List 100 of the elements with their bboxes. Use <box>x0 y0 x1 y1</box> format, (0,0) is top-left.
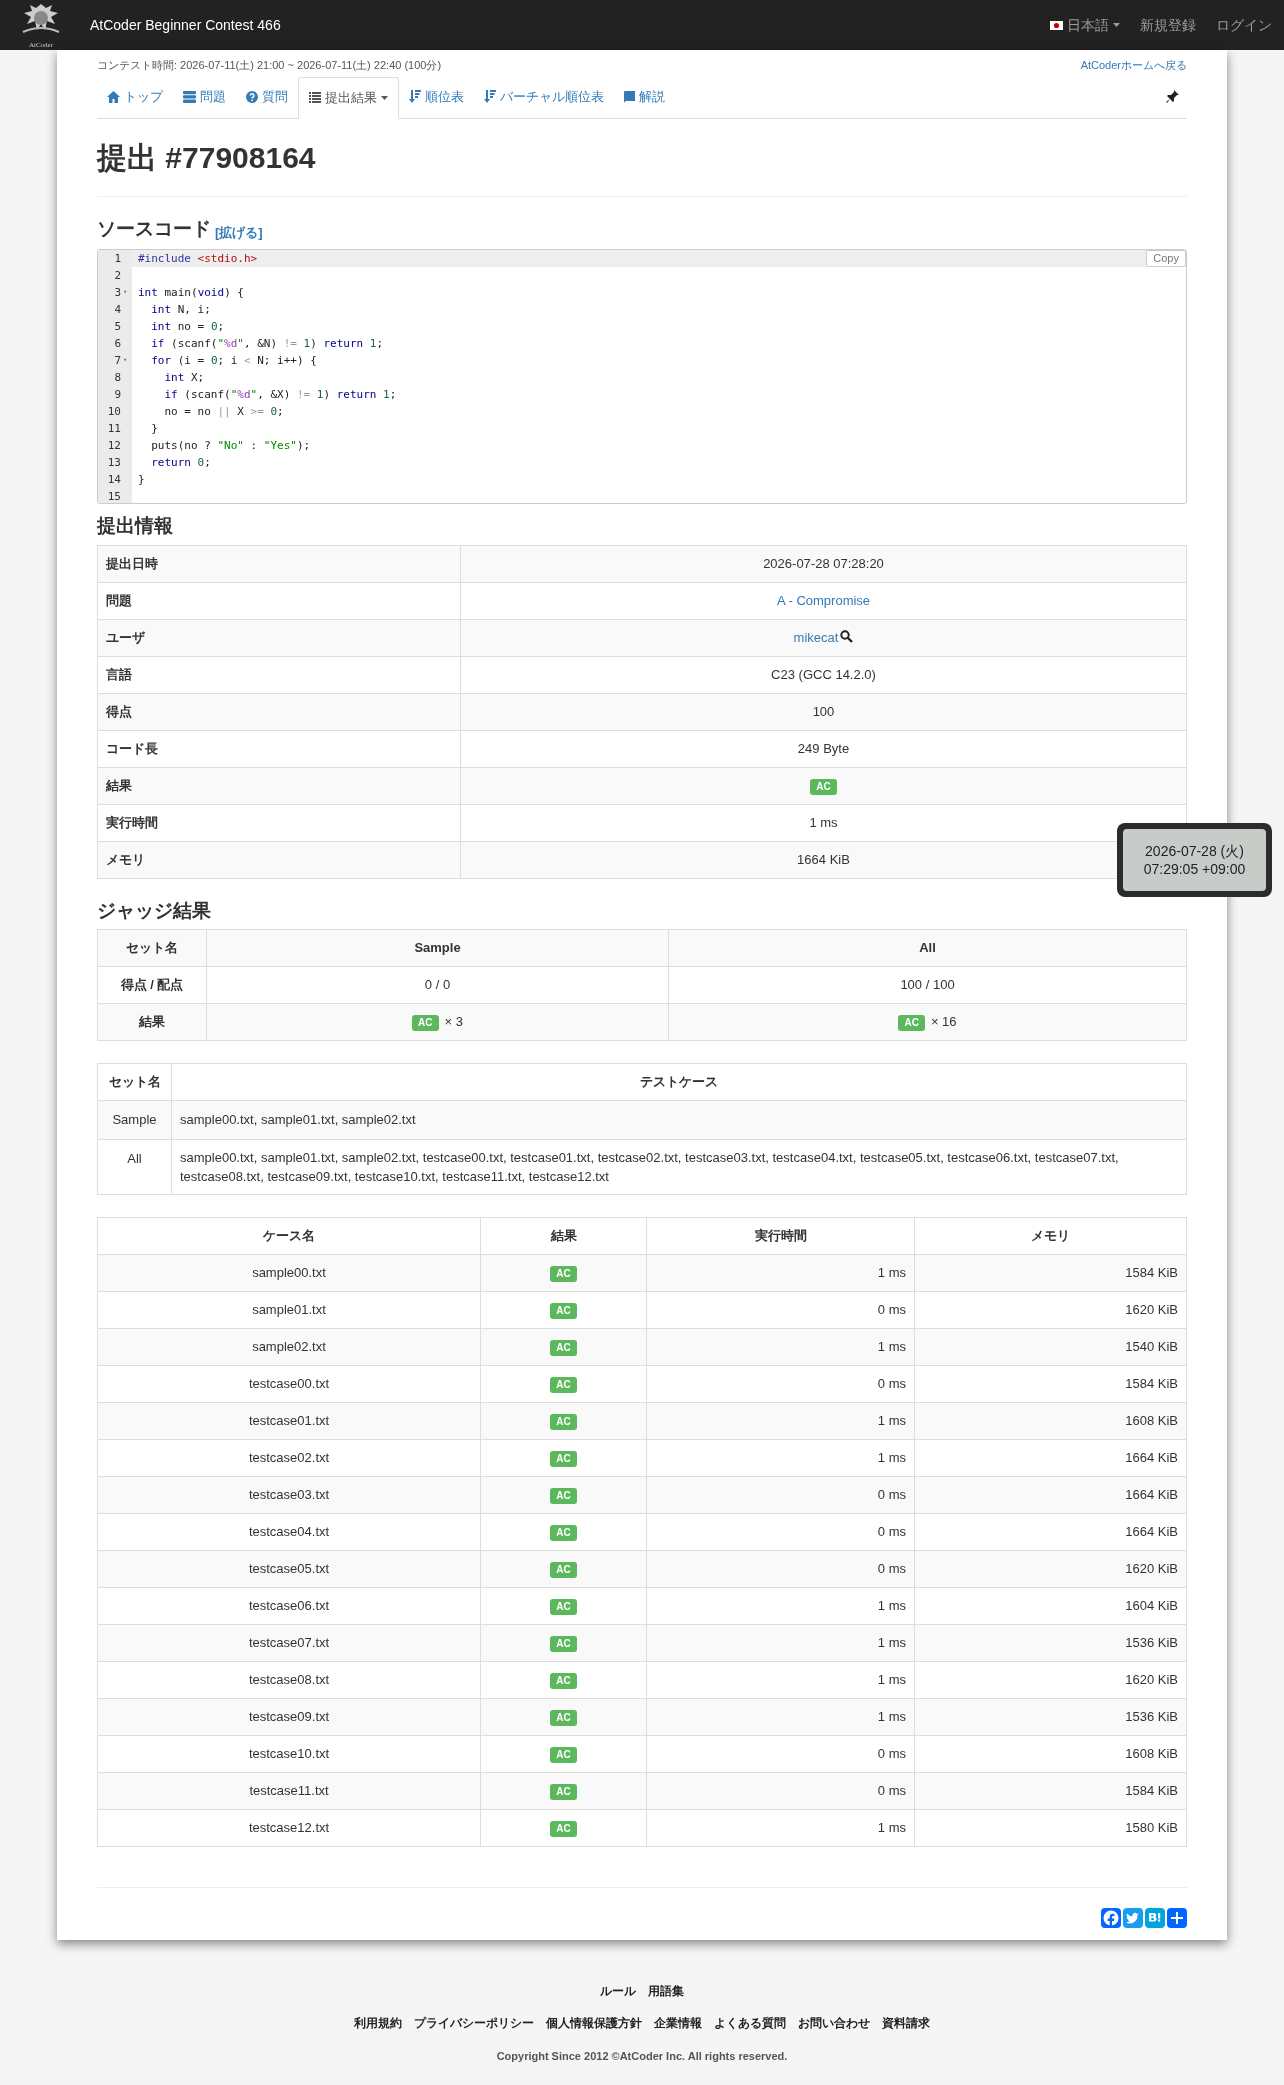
footer-link[interactable]: お問い合わせ <box>798 2014 870 2032</box>
memory-usage: 1584 KiB <box>1125 1375 1178 1391</box>
nav-tab[interactable]: 解説 <box>614 75 675 118</box>
score-value: 100 / 100 <box>900 977 955 993</box>
nav-tab[interactable]: 質問 <box>236 75 298 118</box>
column-header: セット名 <box>108 1074 161 1090</box>
field-label: メモリ <box>106 851 145 867</box>
header-link[interactable]: 新規登録 <box>1140 14 1196 36</box>
exec-time: 0 ms <box>877 1782 906 1798</box>
caret-icon <box>381 95 388 100</box>
memory-usage: 1584 KiB <box>1125 1264 1178 1280</box>
memory-usage: 1620 KiB <box>1125 1671 1178 1687</box>
code-line: int no = 0; <box>150 319 225 335</box>
bird-share-icon[interactable] <box>1123 1907 1143 1928</box>
verdict-count: × 16 <box>930 1014 957 1030</box>
footer-link[interactable]: 企業情報 <box>654 2014 702 2032</box>
memory-usage: 1580 KiB <box>1125 1819 1178 1835</box>
line-number: 4 <box>114 302 121 318</box>
code-line: for (i = 0; i < N; i++) { <box>150 353 317 369</box>
section-heading: ジャッジ結果 <box>97 898 212 923</box>
score-value: 0 / 0 <box>424 977 451 993</box>
field-label: 提出日時 <box>106 555 158 571</box>
plus-share-icon[interactable] <box>1167 1907 1187 1928</box>
header-link[interactable]: ログイン <box>1216 14 1272 36</box>
memory-usage: 1536 KiB <box>1125 1634 1178 1650</box>
case-name: testcase02.txt <box>248 1449 330 1465</box>
expand-link[interactable]: [拡げる] <box>215 222 263 242</box>
list-icon <box>309 92 321 103</box>
column-header: テストケース <box>640 1074 718 1090</box>
field-value: 1 ms <box>809 814 838 830</box>
field-label: 言語 <box>106 666 132 682</box>
verdict-badge: AC <box>810 778 837 795</box>
code-line: int X; <box>163 370 205 386</box>
column-header: 実行時間 <box>754 1227 807 1243</box>
clock-date: 2026-07-28 (火) <box>1145 842 1244 860</box>
field-label: 実行時間 <box>106 814 158 830</box>
section-heading: 提出情報 <box>97 514 174 538</box>
nav-tab[interactable]: 提出結果 <box>298 76 399 119</box>
footer-link[interactable]: よくある質問 <box>714 2014 786 2032</box>
pin-icon[interactable] <box>1166 90 1179 103</box>
column-header: セット名 <box>126 940 178 956</box>
nav-tab[interactable]: 順位表 <box>399 75 474 118</box>
footer-link[interactable]: 資料請求 <box>882 2014 930 2032</box>
testcase-list: sample00.txt, sample01.txt, sample02.txt, testcase00.txt, testcase01.txt, testcase02.txt, testcase03.txt, testcase04.txt, testcase05.txt, testcase06.txt, testcase07.txt, testcase08.txt, testcase09.txt, testcase10.txt, testcase11.txt, testcase12.txt <box>180 1149 1119 1184</box>
problem-link[interactable]: A - Compromise <box>776 592 871 608</box>
verdict-badge: AC <box>550 1339 577 1356</box>
exec-time: 0 ms <box>877 1301 906 1317</box>
case-name: sample00.txt <box>252 1264 326 1280</box>
case-name: testcase11.txt <box>249 1782 329 1798</box>
verdict-badge: AC <box>550 1302 577 1319</box>
case-name: testcase10.txt <box>248 1745 330 1761</box>
question-icon <box>246 90 258 103</box>
contest-title-link[interactable]: AtCoder Beginner Contest 466 <box>90 14 281 36</box>
bookmark-share-icon[interactable] <box>1145 1907 1165 1928</box>
section-heading: ソースコード <box>97 216 211 241</box>
exec-time: 1 ms <box>877 1671 906 1687</box>
footer-link[interactable]: ルール <box>600 1982 636 2000</box>
line-number: 8 <box>114 370 121 386</box>
case-name: testcase08.txt <box>248 1671 330 1687</box>
caret-icon <box>1113 23 1120 27</box>
nav-tab[interactable]: バーチャル順位表 <box>474 75 614 118</box>
exec-time: 0 ms <box>877 1745 906 1761</box>
line-number: 12 <box>107 438 121 454</box>
line-number: 5 <box>114 319 121 335</box>
field-value: 1664 KiB <box>797 851 850 867</box>
memory-usage: 1664 KiB <box>1125 1523 1178 1539</box>
set-name: Sample <box>112 1112 157 1127</box>
footer-link[interactable]: 用語集 <box>648 1982 684 2000</box>
search-icon[interactable] <box>840 630 854 644</box>
language-dropdown[interactable]: 日本語 <box>1050 14 1120 36</box>
verdict-badge: AC <box>550 1635 577 1652</box>
copyright-text: Copyright Since 2012 ©AtCoder Inc. All rights reserved. <box>496 2049 788 2064</box>
code-line: } <box>137 472 145 488</box>
code-line: puts(no ? "No" : "Yes"); <box>150 438 311 454</box>
case-name: testcase07.txt <box>248 1634 330 1650</box>
page-title: 提出 #77908164 <box>97 134 1187 197</box>
home-link[interactable]: AtCoderホームへ戻る <box>1080 57 1187 74</box>
sort-icon <box>409 90 421 103</box>
column-header: ケース名 <box>263 1227 315 1243</box>
memory-usage: 1620 KiB <box>1125 1560 1178 1576</box>
line-number: 15 <box>107 489 121 503</box>
user-link[interactable]: mikecat <box>793 629 839 645</box>
verdict-badge: AC <box>550 1413 577 1430</box>
case-name: testcase05.txt <box>248 1560 330 1576</box>
line-number: 10 <box>107 404 121 420</box>
verdict-badge: AC <box>550 1524 577 1541</box>
exec-time: 1 ms <box>877 1338 906 1354</box>
verdict-badge: AC <box>550 1820 577 1837</box>
memory-usage: 1608 KiB <box>1125 1412 1178 1428</box>
case-name: sample02.txt <box>252 1338 326 1354</box>
nav-tab[interactable]: 問題 <box>173 75 236 118</box>
footer-link[interactable]: 利用規約 <box>354 2014 402 2032</box>
exec-time: 1 ms <box>877 1449 906 1465</box>
footer-link[interactable]: 個人情報保護方針 <box>546 2014 642 2032</box>
nav-tab[interactable]: トップ <box>97 75 173 118</box>
facebook-share-icon[interactable] <box>1101 1907 1121 1928</box>
footer-link[interactable]: プライバシーポリシー <box>414 2014 534 2032</box>
memory-usage: 1664 KiB <box>1125 1449 1178 1465</box>
copy-button[interactable]: Copy <box>1146 250 1186 267</box>
code-line: if (scanf("%d", &X) != 1) return 1; <box>163 387 397 403</box>
